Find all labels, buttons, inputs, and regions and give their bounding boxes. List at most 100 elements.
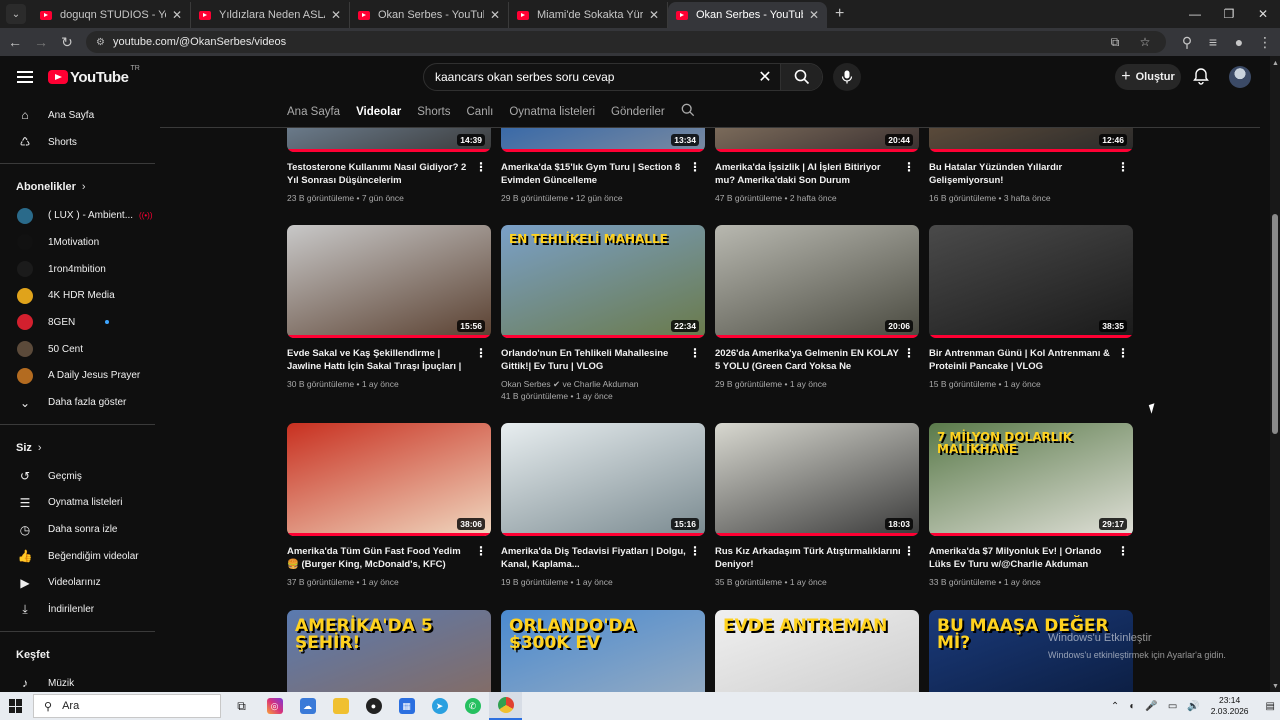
video-title[interactable]: Orlando'nun En Tehlikeli Mahallesine Git… bbox=[501, 347, 705, 373]
sidebar-item[interactable]: ▶ Videolarınız bbox=[0, 570, 155, 597]
url-bar[interactable]: ⚙ youtube.com/@OkanSerbes/videos ⧉ ☆ bbox=[86, 31, 1166, 53]
notifications-bell-icon[interactable] bbox=[1192, 67, 1210, 85]
account-avatar[interactable] bbox=[1229, 66, 1251, 88]
menu-icon[interactable] bbox=[17, 68, 33, 86]
sidebar-item[interactable]: 4K HDR Media bbox=[0, 282, 155, 309]
video-thumbnail[interactable]: 38:06 bbox=[287, 423, 491, 536]
close-tab-icon[interactable]: ✕ bbox=[649, 8, 659, 22]
channel-tab[interactable]: Shorts bbox=[417, 106, 450, 118]
sidebar-item[interactable]: ( LUX ) - Ambient... ((•)) bbox=[0, 202, 155, 229]
video-title[interactable]: Amerika'da $15'lık Gym Turu | Section 8 … bbox=[501, 161, 705, 187]
back-icon[interactable]: ← bbox=[2, 34, 28, 50]
video-thumbnail[interactable]: EN TEHLİKELİ MAHALLE 22:34 bbox=[501, 225, 705, 338]
video-thumbnail[interactable]: 15:56 bbox=[287, 225, 491, 338]
more-actions-icon[interactable]: ⋮ bbox=[689, 347, 701, 359]
more-actions-icon[interactable]: ⋮ bbox=[1117, 347, 1129, 359]
sidebar-item[interactable]: ♺ Shorts bbox=[0, 129, 155, 156]
video-title[interactable]: 2026'da Amerika'ya Gelmenin EN KOLAY 5 Y… bbox=[715, 347, 919, 373]
video-thumbnail[interactable]: 12:46 bbox=[929, 128, 1133, 152]
video-card[interactable]: 15:16 Amerika'da Diş Tedavisi Fiyatları |… bbox=[501, 423, 705, 588]
tray-chevron-up-icon[interactable]: ⌃ bbox=[1111, 701, 1119, 712]
browser-tab[interactable]: Miami'de Sokakta Yürüdüm! | K ✕ bbox=[509, 2, 668, 28]
video-card[interactable]: 18:03 Rus Kız Arkadaşım Türk Atıştırmalık… bbox=[715, 423, 919, 588]
more-actions-icon[interactable]: ⋮ bbox=[903, 161, 915, 173]
video-title[interactable]: Testosterone Kullanımı Nasıl Gidiyor? 2 … bbox=[287, 161, 491, 187]
video-thumbnail[interactable]: 14:39 bbox=[287, 128, 491, 152]
game-app-icon[interactable]: ● bbox=[357, 692, 390, 720]
taskbar-search-input[interactable]: ⚲ Ara bbox=[33, 694, 221, 718]
minimize-icon[interactable]: — bbox=[1178, 0, 1212, 28]
browser-tab[interactable]: Okan Serbes - YouTube ✕ bbox=[668, 2, 827, 28]
scroll-up-icon[interactable]: ▲ bbox=[1272, 60, 1279, 67]
video-card[interactable]: EVDE ANTREMAN bbox=[715, 610, 919, 692]
video-card[interactable]: EN TEHLİKELİ MAHALLE 22:34 Orlando'nun En … bbox=[501, 225, 705, 402]
video-title[interactable]: Bir Antrenman Günü | Kol Antrenmanı & Pr… bbox=[929, 347, 1133, 373]
extensions-icon[interactable]: ⚲ bbox=[1174, 34, 1200, 51]
restore-icon[interactable]: ❐ bbox=[1212, 0, 1246, 28]
video-card[interactable]: 12:46 Bu Hatalar Yüzünden Yıllardır Geliş… bbox=[929, 128, 1133, 204]
channel-tab[interactable]: Videolar bbox=[356, 106, 401, 118]
install-app-icon[interactable]: ⧉ bbox=[1100, 35, 1130, 50]
video-thumbnail[interactable]: 38:35 bbox=[929, 225, 1133, 338]
channel-tab[interactable]: Gönderiler bbox=[611, 106, 665, 118]
taskbar-clock[interactable]: 23:14 2.03.2026 bbox=[1211, 695, 1249, 717]
video-channels[interactable]: Okan Serbes ✔ ve Charlie Akduman bbox=[501, 378, 705, 390]
video-thumbnail[interactable]: AMERİKA'DA 5 ŞEHİR! bbox=[287, 610, 491, 692]
video-card[interactable]: 38:35 Bir Antrenman Günü | Kol Antrenmanı… bbox=[929, 225, 1133, 390]
sidebar-item[interactable]: ☰ Oynatma listeleri bbox=[0, 490, 155, 517]
search-box[interactable]: kaancars okan serbes soru cevap ✕ bbox=[423, 63, 823, 91]
whatsapp-app-icon[interactable]: ✆ bbox=[456, 692, 489, 720]
sidebar-item[interactable]: 50 Cent bbox=[0, 336, 155, 363]
network-icon[interactable]: ▭ bbox=[1168, 701, 1177, 712]
page-scrollbar[interactable]: ▲ ▼ bbox=[1270, 56, 1280, 692]
video-thumbnail[interactable]: 7 MİLYON DOLARLIK MALİKHANE 29:17 bbox=[929, 423, 1133, 536]
scrollbar-thumb[interactable] bbox=[1272, 214, 1278, 434]
bookmark-star-icon[interactable]: ☆ bbox=[1130, 35, 1160, 50]
you-heading[interactable]: Siz › bbox=[0, 433, 155, 463]
tab-search-icon[interactable]: ⌄ bbox=[6, 4, 26, 24]
more-actions-icon[interactable]: ⋮ bbox=[689, 161, 701, 173]
site-info-icon[interactable]: ⚙ bbox=[96, 37, 105, 48]
sidebar-item[interactable]: 1Motivation bbox=[0, 229, 155, 256]
sidebar-item[interactable]: 8GEN bbox=[0, 309, 155, 336]
sidebar-item[interactable]: ⤓ İndirilenler bbox=[0, 596, 155, 623]
video-title[interactable]: Amerika'da İşsizlik | AI İşleri Bitiriyo… bbox=[715, 161, 919, 187]
subscriptions-heading[interactable]: Abonelikler › bbox=[0, 172, 155, 202]
close-window-icon[interactable]: ✕ bbox=[1246, 0, 1280, 28]
video-thumbnail[interactable]: EVDE ANTREMAN bbox=[715, 610, 919, 692]
tray-microphone-icon[interactable]: 🎤 bbox=[1145, 701, 1157, 712]
sidebar-item[interactable]: A Daily Jesus Prayer bbox=[0, 363, 155, 390]
more-actions-icon[interactable]: ⋮ bbox=[1117, 545, 1129, 557]
video-card[interactable]: 20:06 2026'da Amerika'ya Gelmenin EN KOLA… bbox=[715, 225, 919, 390]
store-app-icon[interactable]: ▦ bbox=[390, 692, 423, 720]
video-card[interactable]: 7 MİLYON DOLARLIK MALİKHANE 29:17 Amerika'… bbox=[929, 423, 1133, 588]
weather-app-icon[interactable]: ☁ bbox=[291, 692, 324, 720]
channel-tab[interactable]: Oynatma listeleri bbox=[509, 106, 595, 118]
reload-icon[interactable]: ↻ bbox=[54, 34, 80, 51]
sidebar-item[interactable]: ⌂ Ana Sayfa bbox=[0, 102, 155, 129]
tray-app-icon[interactable]: ◐ bbox=[1129, 701, 1135, 712]
video-title[interactable]: Amerika'da Diş Tedavisi Fiyatları | Dolg… bbox=[501, 545, 705, 571]
close-tab-icon[interactable]: ✕ bbox=[172, 8, 182, 22]
volume-icon[interactable]: 🔊 bbox=[1187, 701, 1199, 712]
channel-tab[interactable]: Canlı bbox=[467, 106, 494, 118]
channel-search-icon[interactable] bbox=[681, 103, 695, 122]
close-tab-icon[interactable]: ✕ bbox=[809, 8, 819, 22]
video-thumbnail[interactable]: ORLANDO'DA $300K EV bbox=[501, 610, 705, 692]
video-card[interactable]: ORLANDO'DA $300K EV bbox=[501, 610, 705, 692]
video-card[interactable]: 14:39 Testosterone Kullanımı Nasıl Gidiyo… bbox=[287, 128, 491, 204]
video-title[interactable]: Rus Kız Arkadaşım Türk Atıştırmalıkların… bbox=[715, 545, 919, 571]
more-actions-icon[interactable]: ⋮ bbox=[1117, 161, 1129, 173]
video-card[interactable]: 38:06 Amerika'da Tüm Gün Fast Food Yedim … bbox=[287, 423, 491, 588]
chrome-app-icon[interactable] bbox=[489, 692, 522, 720]
sidebar-item[interactable]: 👍 Beğendiğim videolar bbox=[0, 543, 155, 570]
video-title[interactable]: Amerika'da Tüm Gün Fast Food Yedim 🍔 (Bu… bbox=[287, 545, 491, 571]
video-thumbnail[interactable]: 18:03 bbox=[715, 423, 919, 536]
video-thumbnail[interactable]: 20:06 bbox=[715, 225, 919, 338]
search-button[interactable] bbox=[780, 64, 822, 90]
video-title[interactable]: Amerika'da $7 Milyonluk Ev! | Orlando Lü… bbox=[929, 545, 1133, 571]
channel-tab[interactable]: Ana Sayfa bbox=[287, 106, 340, 118]
close-tab-icon[interactable]: ✕ bbox=[331, 8, 341, 22]
video-thumbnail[interactable]: 13:34 bbox=[501, 128, 705, 152]
browser-tab[interactable]: Okan Serbes - YouTube ✕ bbox=[350, 2, 509, 28]
